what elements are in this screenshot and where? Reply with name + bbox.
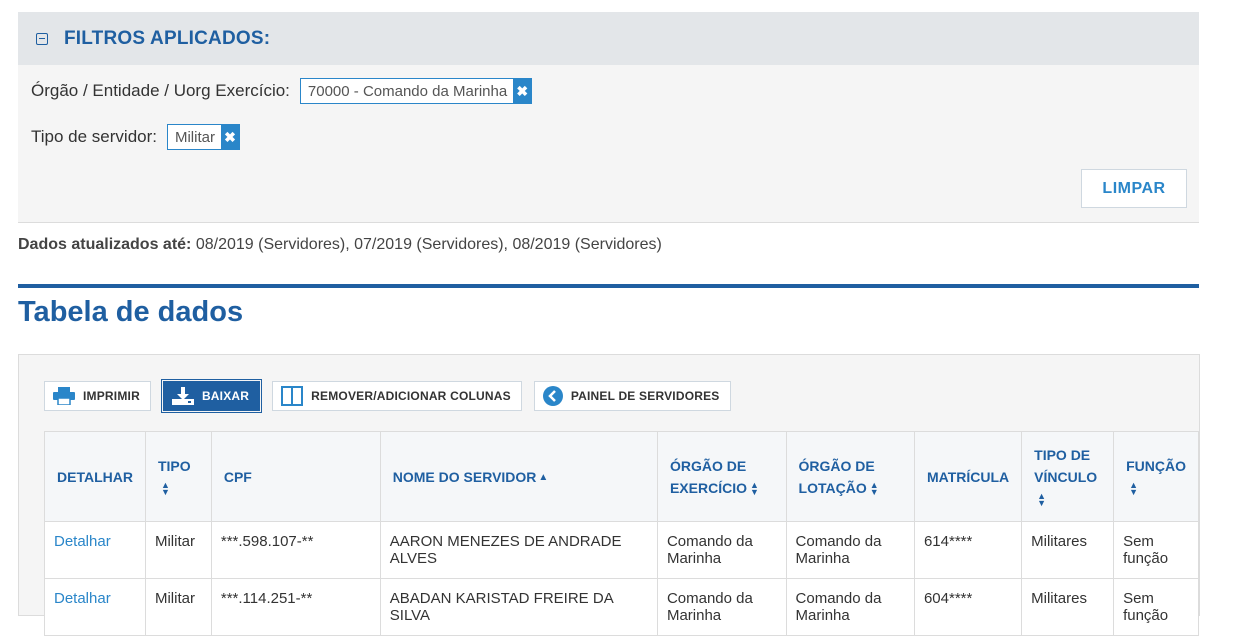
updated-label: Dados atualizados até:	[18, 236, 192, 253]
col-tipo[interactable]: TIPO ▲ ▼	[144, 431, 212, 522]
collapse-icon[interactable]	[36, 32, 48, 45]
col-cpf[interactable]: CPF	[210, 431, 381, 522]
cell-tipo-vinculo: Militares	[1021, 578, 1115, 636]
data-table-panel: IMPRIMIR BAIXAR REMOVER/ADICIONAR COLUNA…	[18, 354, 1200, 636]
cell-matricula: 614****	[913, 521, 1023, 579]
print-button[interactable]: IMPRIMIR	[44, 381, 151, 411]
filter-chip-value: Militar	[174, 128, 215, 146]
filter-orgao: Órgão / Entidade / Uorg Exercício: 70000…	[31, 78, 533, 104]
sort-asc-icon[interactable]: ▲	[538, 472, 548, 482]
cell-orgao-exercicio: Comando da Marinha	[656, 578, 787, 636]
detail-link[interactable]: Detalhar	[54, 533, 111, 550]
col-nome[interactable]: NOME DO SERVIDOR ▲	[379, 431, 658, 522]
cell-tipo: Militar	[144, 578, 212, 636]
data-updated-text: Dados atualizados até: 08/2019 (Servidor…	[18, 236, 662, 254]
columns-icon	[281, 386, 304, 406]
table-row: Detalhar Militar ***.114.251-** ABADAN K…	[44, 578, 1199, 636]
updated-value: 08/2019 (Servidores), 07/2019 (Servidore…	[195, 236, 662, 253]
remove-filter-icon[interactable]: ✖	[513, 79, 532, 103]
cell-orgao-exercicio: Comando da Marinha	[656, 521, 787, 579]
cell-cpf: ***.114.251-**	[210, 578, 381, 636]
columns-label: REMOVER/ADICIONAR COLUNAS	[311, 389, 511, 403]
filter-tipo-servidor: Tipo de servidor: Militar ✖	[31, 124, 240, 150]
applied-filters-panel: FILTROS APLICADOS: Órgão / Entidade / Uo…	[18, 12, 1199, 223]
download-icon	[171, 387, 194, 405]
panel-servers-label: PAINEL DE SERVIDORES	[570, 389, 720, 403]
table-row: Detalhar Militar ***.598.107-** AARON ME…	[44, 521, 1199, 579]
cell-orgao-lotacao: Comando da Marinha	[785, 521, 915, 579]
cell-tipo: Militar	[144, 521, 212, 579]
col-detalhar: DETALHAR	[44, 431, 146, 522]
servers-table: DETALHAR TIPO ▲ ▼ CPF NOME DO SERVIDOR ▲ Ó…	[44, 431, 1199, 636]
section-divider	[18, 284, 1199, 288]
cell-detalhar: Detalhar	[44, 578, 146, 636]
filter-chip-value: 70000 - Comando da Marinha	[307, 82, 508, 100]
filters-header[interactable]: FILTROS APLICADOS:	[18, 12, 1199, 65]
sort-icon[interactable]: ▲ ▼	[1129, 480, 1138, 496]
table-toolbar: IMPRIMIR BAIXAR REMOVER/ADICIONAR COLUNA…	[44, 379, 731, 413]
filter-label: Tipo de servidor:	[31, 127, 157, 146]
cell-nome: AARON MENEZES DE ANDRADE ALVES	[379, 521, 658, 579]
col-matricula[interactable]: MATRÍCULA	[913, 431, 1023, 522]
section-title: Tabela de dados	[18, 296, 244, 328]
detail-link[interactable]: Detalhar	[54, 590, 111, 607]
col-orgao-exercicio[interactable]: ÓRGÃO DE EXERCÍCIO ▲ ▼	[656, 431, 787, 522]
filter-chip: 70000 - Comando da Marinha ✖	[299, 78, 533, 104]
cell-cpf: ***.598.107-**	[210, 521, 381, 579]
printer-icon	[53, 387, 75, 405]
sort-icon[interactable]: ▲ ▼	[1037, 491, 1046, 507]
panel-servers-button[interactable]: PAINEL DE SERVIDORES	[533, 381, 731, 411]
sort-icon[interactable]: ▲ ▼	[870, 480, 879, 496]
col-tipo-vinculo[interactable]: TIPO DE VÍNCULO ▲ ▼	[1021, 431, 1115, 522]
filter-label: Órgão / Entidade / Uorg Exercício:	[31, 81, 290, 100]
cell-matricula: 604****	[913, 578, 1023, 636]
cell-detalhar: Detalhar	[44, 521, 146, 579]
download-button[interactable]: BAIXAR	[160, 379, 263, 413]
clear-filters-button[interactable]: LIMPAR	[1081, 169, 1187, 208]
table-header-row: DETALHAR TIPO ▲ ▼ CPF NOME DO SERVIDOR ▲ Ó…	[44, 431, 1199, 522]
sort-icon[interactable]: ▲ ▼	[161, 480, 170, 496]
remove-filter-icon[interactable]: ✖	[220, 125, 239, 149]
filter-chip: Militar ✖	[166, 124, 240, 150]
cell-nome: ABADAN KARISTAD FREIRE DA SILVA	[379, 578, 658, 636]
chevron-left-circle-icon	[542, 386, 563, 406]
print-label: IMPRIMIR	[83, 389, 140, 403]
cell-tipo-vinculo: Militares	[1021, 521, 1115, 579]
cell-orgao-lotacao: Comando da Marinha	[785, 578, 915, 636]
columns-button[interactable]: REMOVER/ADICIONAR COLUNAS	[272, 381, 522, 411]
sort-icon[interactable]: ▲ ▼	[750, 480, 759, 496]
filters-title: FILTROS APLICADOS:	[64, 27, 271, 49]
cell-funcao: Sem função	[1113, 578, 1199, 636]
download-label: BAIXAR	[201, 389, 250, 403]
col-funcao[interactable]: FUNÇÃO ▲ ▼	[1113, 431, 1199, 522]
col-orgao-lotacao[interactable]: ÓRGÃO DE LOTAÇÃO ▲ ▼	[785, 431, 915, 522]
cell-funcao: Sem função	[1113, 521, 1199, 579]
